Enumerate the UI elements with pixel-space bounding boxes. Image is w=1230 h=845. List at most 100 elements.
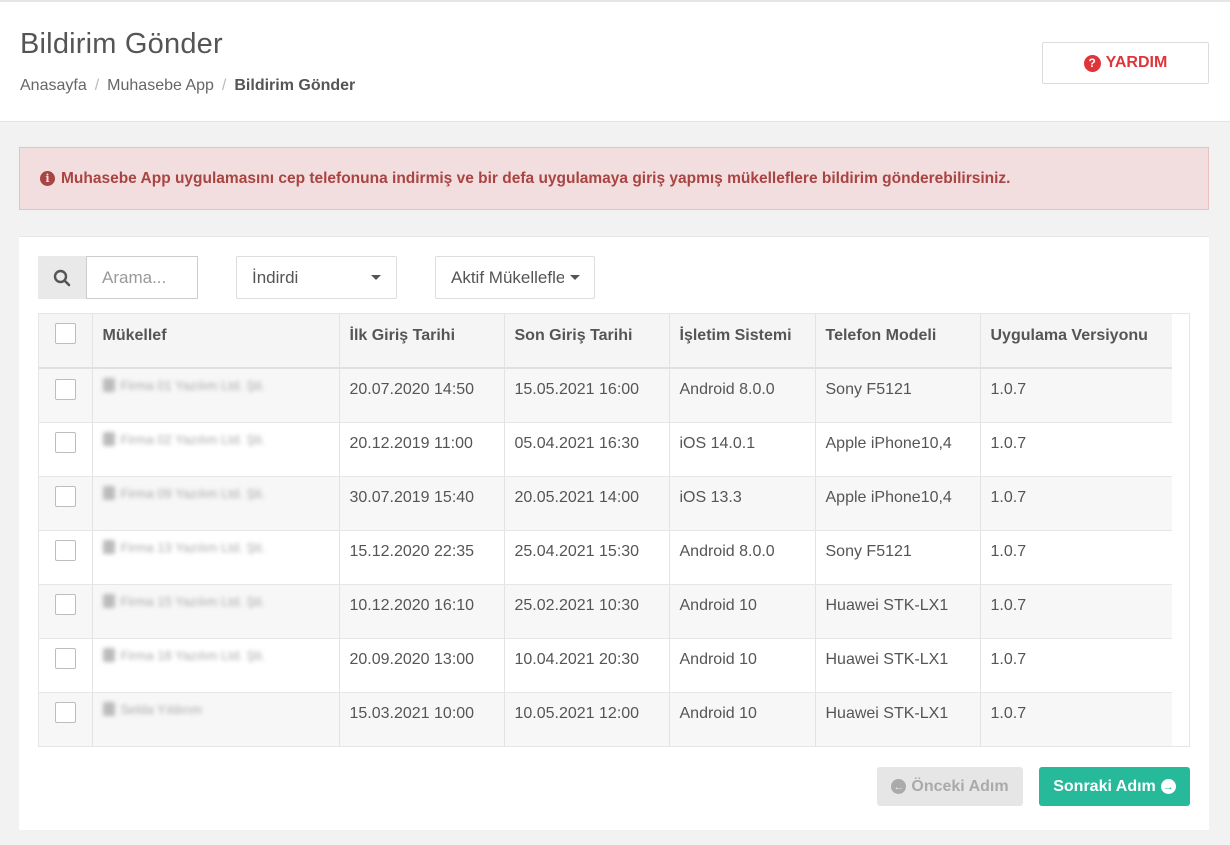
previous-step-button[interactable]: ← Önceki Adım [877,767,1023,806]
column-header-taxpayer[interactable]: Mükellef [92,314,340,369]
breadcrumb-separator: / [221,77,227,94]
breadcrumb-home[interactable]: Anasayfa [20,77,87,95]
last-login-cell: 25.04.2021 15:30 [504,530,670,585]
taxpayer-filter-select[interactable]: Aktif Mükellefler [435,256,595,299]
taxpayer-cell: Firma 02 Yazılım Ltd. Şti. [92,422,340,477]
row-select-cell [39,692,93,746]
taxpayer-name: Firma 01 Yazılım Ltd. Şti. [120,377,266,393]
page-title: Bildirim Gönder [20,28,223,60]
os-cell: iOS 14.0.1 [669,422,816,477]
last-login-cell: 15.05.2021 16:00 [504,368,670,423]
row-checkbox[interactable] [54,378,76,400]
column-header-first-login[interactable]: İlk Giriş Tarihi [339,314,505,369]
breadcrumb: Anasayfa / Muhasebe App / Bildirim Gönde… [20,77,355,95]
os-cell: Android 8.0.0 [669,530,816,585]
phone-model-cell: Sony F5121 [815,530,981,585]
search-input[interactable] [86,256,198,299]
taxpayer-table-container: Mükellef İlk Giriş Tarihi Son Giriş Tari… [38,313,1190,747]
taxpayer-cell: Firma 01 Yazılım Ltd. Şti. [92,368,340,423]
breadcrumb-app[interactable]: Muhasebe App [107,77,214,95]
table-header-row: Mükellef İlk Giriş Tarihi Son Giriş Tari… [39,314,1172,369]
last-login-cell: 05.04.2021 16:30 [504,422,670,477]
search-group [38,256,198,299]
last-login-cell: 10.04.2021 20:30 [504,638,670,693]
building-icon [102,432,115,446]
first-login-cell: 30.07.2019 15:40 [339,476,505,531]
phone-model-cell: Huawei STK-LX1 [815,692,981,746]
info-alert: i Muhasebe App uygulamasını cep telefonu… [19,147,1209,210]
os-cell: iOS 13.3 [669,476,816,531]
page-header: Bildirim Gönder Anasayfa / Muhasebe App … [0,0,1230,122]
taxpayer-name: Firma 09 Yazılım Ltd. Şti. [120,485,266,501]
row-select-cell [39,368,93,423]
table-row: Firma 15 Yazılım Ltd. Şti. 10.12.2020 16… [39,584,1172,639]
taxpayer-cell: Selda Yıldırım [92,692,340,746]
table-row: Firma 02 Yazılım Ltd. Şti. 20.12.2019 11… [39,422,1172,477]
app-version-cell: 1.0.7 [980,530,1172,585]
first-login-cell: 20.07.2020 14:50 [339,368,505,423]
taxpayer-name: Selda Yıldırım [120,701,202,717]
row-checkbox[interactable] [54,540,76,562]
column-header-last-login[interactable]: Son Giriş Tarihi [504,314,670,369]
caret-down-icon [570,275,580,280]
row-checkbox[interactable] [54,648,76,670]
table-row: Firma 13 Yazılım Ltd. Şti. 15.12.2020 22… [39,530,1172,585]
last-login-cell: 20.05.2021 14:00 [504,476,670,531]
user-icon [102,702,115,716]
table-row: Selda Yıldırım 15.03.2021 10:00 10.05.20… [39,692,1172,746]
taxpayer-name: Firma 13 Yazılım Ltd. Şti. [120,539,266,555]
phone-model-cell: Apple iPhone10,4 [815,476,981,531]
row-checkbox[interactable] [54,594,76,616]
download-status-value: İndirdi [252,267,299,287]
table-body: Firma 01 Yazılım Ltd. Şti. 20.07.2020 14… [39,368,1172,746]
table-row: Firma 18 Yazılım Ltd. Şti. 20.09.2020 13… [39,638,1172,693]
column-header-phone-model[interactable]: Telefon Modeli [815,314,981,369]
row-select-cell [39,584,93,639]
phone-model-cell: Huawei STK-LX1 [815,584,981,639]
row-select-cell [39,530,93,585]
app-version-cell: 1.0.7 [980,584,1172,639]
app-version-cell: 1.0.7 [980,368,1172,423]
last-login-cell: 10.05.2021 12:00 [504,692,670,746]
phone-model-cell: Sony F5121 [815,368,981,423]
question-circle-icon: ? [1083,54,1101,72]
taxpayer-filter-value: Aktif Mükellefler [451,267,564,287]
os-cell: Android 10 [669,584,816,639]
building-icon [102,486,115,500]
app-version-cell: 1.0.7 [980,422,1172,477]
info-circle-icon: i [40,171,55,186]
table-row: Firma 09 Yazılım Ltd. Şti. 30.07.2019 15… [39,476,1172,531]
previous-step-label: Önceki Adım [911,777,1009,795]
building-icon [102,378,115,393]
help-button[interactable]: ? YARDIM [1042,42,1209,84]
download-status-select[interactable]: İndirdi [236,256,397,299]
search-icon-addon [38,256,86,299]
taxpayer-name: Firma 02 Yazılım Ltd. Şti. [120,431,266,447]
app-version-cell: 1.0.7 [980,638,1172,693]
main-panel: İndirdi Aktif Mükellefler Mükellef İlk G… [19,236,1209,830]
breadcrumb-separator: / [94,77,100,94]
alert-text: Muhasebe App uygulamasını cep telefonuna… [61,169,1011,187]
first-login-cell: 20.09.2020 13:00 [339,638,505,693]
taxpayer-cell: Firma 09 Yazılım Ltd. Şti. [92,476,340,531]
user-icon [102,540,115,554]
table-row: Firma 01 Yazılım Ltd. Şti. 20.07.2020 14… [39,368,1172,423]
first-login-cell: 15.03.2021 10:00 [339,692,505,746]
app-version-cell: 1.0.7 [980,476,1172,531]
next-step-button[interactable]: Sonraki Adım → [1039,767,1190,806]
column-header-app-version[interactable]: Uygulama Versiyonu [980,314,1172,369]
row-checkbox[interactable] [54,486,76,508]
os-cell: Android 10 [669,692,816,746]
breadcrumb-current: Bildirim Gönder [234,77,356,94]
column-header-os[interactable]: İşletim Sistemi [669,314,816,369]
next-step-label: Sonraki Adım [1053,777,1156,795]
last-login-cell: 25.02.2021 10:30 [504,584,670,639]
row-checkbox[interactable] [54,702,76,724]
os-cell: Android 10 [669,638,816,693]
taxpayer-name: Firma 15 Yazılım Ltd. Şti. [120,593,266,609]
row-select-cell [39,422,93,477]
taxpayer-cell: Firma 18 Yazılım Ltd. Şti. [92,638,340,693]
select-all-checkbox[interactable] [54,323,76,344]
row-checkbox[interactable] [54,432,76,454]
first-login-cell: 15.12.2020 22:35 [339,530,505,585]
